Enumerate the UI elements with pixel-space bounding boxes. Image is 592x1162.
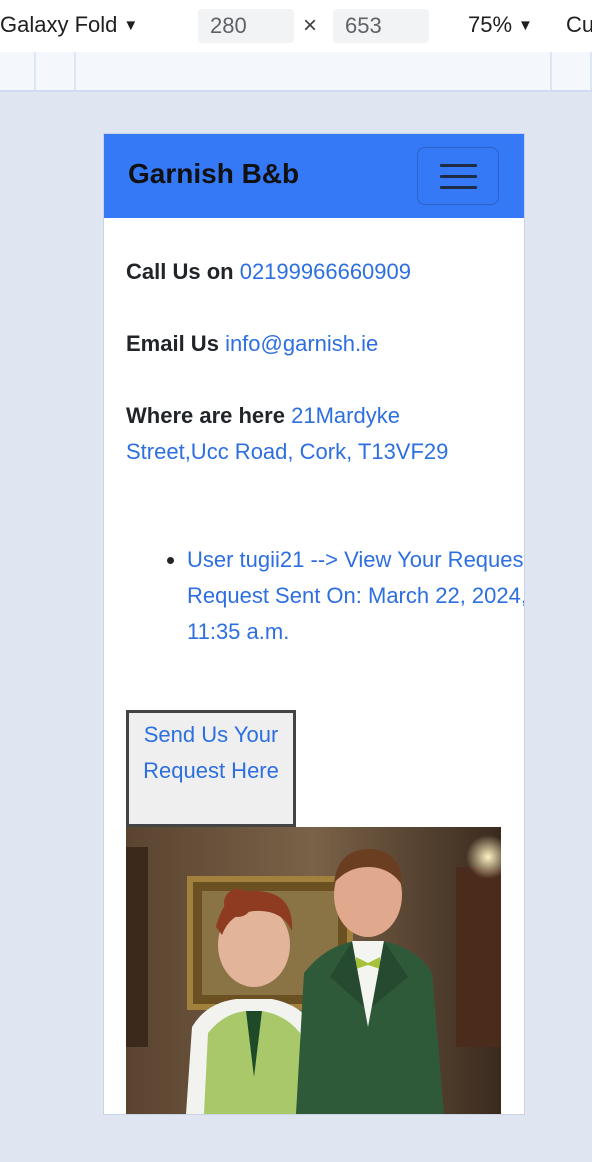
media-query-bar — [0, 52, 592, 92]
address-label: Where are here — [126, 403, 285, 428]
height-input[interactable]: 653 — [333, 9, 429, 43]
navbar: Garnish B&b — [104, 134, 524, 218]
call-line: Call Us on 02199966660909 — [126, 254, 506, 290]
times-icon: × — [303, 12, 318, 39]
hosts-photo — [126, 827, 501, 1114]
email-label: Email Us — [126, 331, 219, 356]
hamburger-icon-line — [440, 186, 477, 189]
device-viewport: Garnish B&b Call Us on 02199966660909 Em… — [104, 134, 524, 1114]
media-query-segment[interactable] — [76, 52, 552, 90]
phone-link[interactable]: 02199966660909 — [240, 259, 411, 284]
width-input[interactable]: 280 — [198, 9, 294, 43]
call-label: Call Us on — [126, 259, 234, 284]
hamburger-menu-button[interactable] — [417, 147, 499, 205]
more-truncated[interactable]: Cu — [566, 12, 592, 38]
address-line: Where are here 21Mardyke Street,Ucc Road… — [126, 398, 502, 470]
view-request-link[interactable]: User tugii21 --> View Your Request Reques… — [187, 542, 524, 650]
request-list: User tugii21 --> View Your Request Reques… — [126, 542, 524, 650]
list-item: User tugii21 --> View Your Request Reques… — [187, 542, 524, 650]
request-user-text: User tugii21 --> View Your Request — [187, 547, 524, 572]
device-selector[interactable]: Galaxy Fold ▼ — [0, 12, 138, 38]
send-request-button[interactable]: Send Us Your Request Here — [126, 710, 296, 827]
zoom-value: 75% — [468, 12, 513, 37]
devtools-device-toolbar: Galaxy Fold ▼ 280 × 653 75% ▼ Cu — [0, 0, 592, 52]
hamburger-icon-line — [440, 175, 477, 178]
media-query-segment[interactable] — [34, 52, 76, 90]
hamburger-icon — [440, 164, 477, 167]
caret-down-icon: ▼ — [123, 17, 139, 34]
caret-down-icon: ▼ — [518, 17, 533, 34]
media-query-segment[interactable] — [552, 52, 592, 90]
device-name: Galaxy Fold — [0, 12, 118, 37]
email-line: Email Us info@garnish.ie — [126, 326, 506, 362]
email-link[interactable]: info@garnish.ie — [225, 331, 378, 356]
request-sent-text: Request Sent On: March 22, 2024, 11:35 a… — [187, 583, 524, 644]
zoom-selector[interactable]: 75% ▼ — [468, 12, 533, 38]
navbar-brand[interactable]: Garnish B&b — [128, 158, 299, 190]
